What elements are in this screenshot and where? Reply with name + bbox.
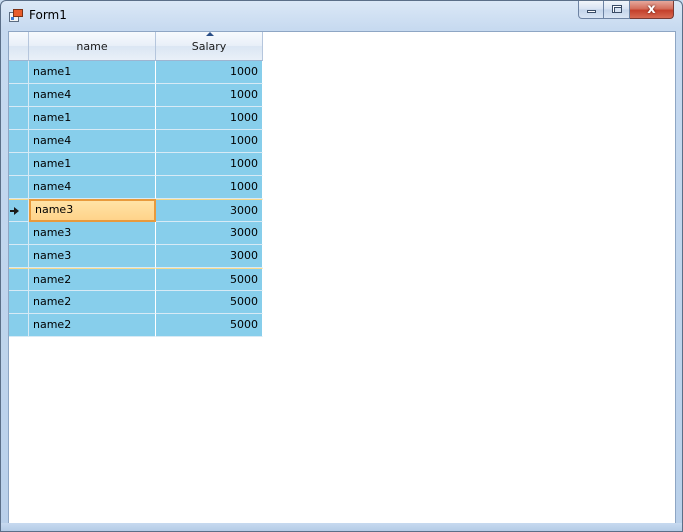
salary-cell[interactable]: 5000 (156, 291, 263, 314)
salary-cell[interactable]: 1000 (156, 84, 263, 107)
name-cell[interactable]: name3 (29, 222, 156, 245)
column-header-salary-label: Salary (191, 40, 227, 53)
table-row[interactable]: name3 3000 (9, 222, 263, 245)
row-selector[interactable] (9, 130, 29, 153)
name-cell[interactable]: name1 (29, 61, 156, 84)
window-bottom-border (1, 523, 682, 531)
table-row[interactable]: name2 5000 (9, 268, 263, 291)
table-row[interactable]: name4 1000 (9, 176, 263, 199)
table-row[interactable]: name1 1000 (9, 61, 263, 84)
salary-cell[interactable]: 3000 (156, 199, 263, 222)
table-row[interactable]: name3 3000 (9, 245, 263, 268)
row-selector[interactable] (9, 176, 29, 199)
minimize-icon (587, 10, 596, 13)
close-button[interactable]: x (630, 1, 674, 19)
name-cell[interactable]: name3 (29, 199, 156, 222)
name-cell[interactable]: name4 (29, 130, 156, 153)
maximize-icon (612, 5, 622, 13)
client-area: name Salary name1 1000 name4 1000 name1 1000 n… (8, 31, 676, 525)
column-header-salary[interactable]: Salary (156, 32, 263, 61)
app-icon (9, 9, 23, 22)
table-row[interactable]: name3 3000 (9, 199, 263, 222)
row-selector[interactable] (9, 291, 29, 314)
row-selector[interactable] (9, 153, 29, 176)
window-title: Form1 (29, 8, 67, 22)
minimize-button[interactable] (578, 1, 604, 19)
caption-buttons: x (578, 1, 674, 21)
table-row[interactable]: name2 5000 (9, 291, 263, 314)
salary-cell[interactable]: 5000 (156, 268, 263, 291)
salary-cell[interactable]: 3000 (156, 222, 263, 245)
current-row-arrow-icon (10, 207, 19, 215)
name-cell[interactable]: name2 (29, 314, 156, 337)
salary-cell[interactable]: 1000 (156, 61, 263, 84)
row-selector[interactable] (9, 61, 29, 84)
close-icon: x (647, 2, 656, 17)
salary-cell[interactable]: 5000 (156, 314, 263, 337)
table-row[interactable]: name1 1000 (9, 153, 263, 176)
row-selector[interactable] (9, 245, 29, 268)
name-cell[interactable]: name2 (29, 268, 156, 291)
column-header-name[interactable]: name (29, 32, 156, 61)
row-selector[interactable] (9, 107, 29, 130)
row-selector[interactable] (9, 268, 29, 291)
table-row[interactable]: name2 5000 (9, 314, 263, 337)
salary-cell[interactable]: 1000 (156, 107, 263, 130)
name-cell[interactable]: name1 (29, 153, 156, 176)
column-header-name-label: name (76, 40, 108, 53)
sort-ascending-icon (206, 32, 214, 36)
title-bar[interactable]: Form1 x (1, 1, 682, 31)
maximize-button[interactable] (604, 1, 630, 19)
table-row[interactable]: name1 1000 (9, 107, 263, 130)
table-row[interactable]: name4 1000 (9, 84, 263, 107)
row-selector[interactable] (9, 199, 29, 222)
salary-cell[interactable]: 1000 (156, 153, 263, 176)
name-cell[interactable]: name4 (29, 176, 156, 199)
salary-cell[interactable]: 1000 (156, 176, 263, 199)
name-cell[interactable]: name3 (29, 245, 156, 268)
form-window: Form1 x name Salary name1 1000 name4 100… (0, 0, 683, 532)
salary-cell[interactable]: 3000 (156, 245, 263, 268)
name-cell[interactable]: name1 (29, 107, 156, 130)
grid-header-row: name Salary (9, 32, 263, 61)
header-row-selector[interactable] (9, 32, 29, 61)
row-selector[interactable] (9, 222, 29, 245)
row-selector[interactable] (9, 84, 29, 107)
salary-cell[interactable]: 1000 (156, 130, 263, 153)
table-row[interactable]: name4 1000 (9, 130, 263, 153)
row-selector[interactable] (9, 314, 29, 337)
name-cell[interactable]: name2 (29, 291, 156, 314)
name-cell[interactable]: name4 (29, 84, 156, 107)
